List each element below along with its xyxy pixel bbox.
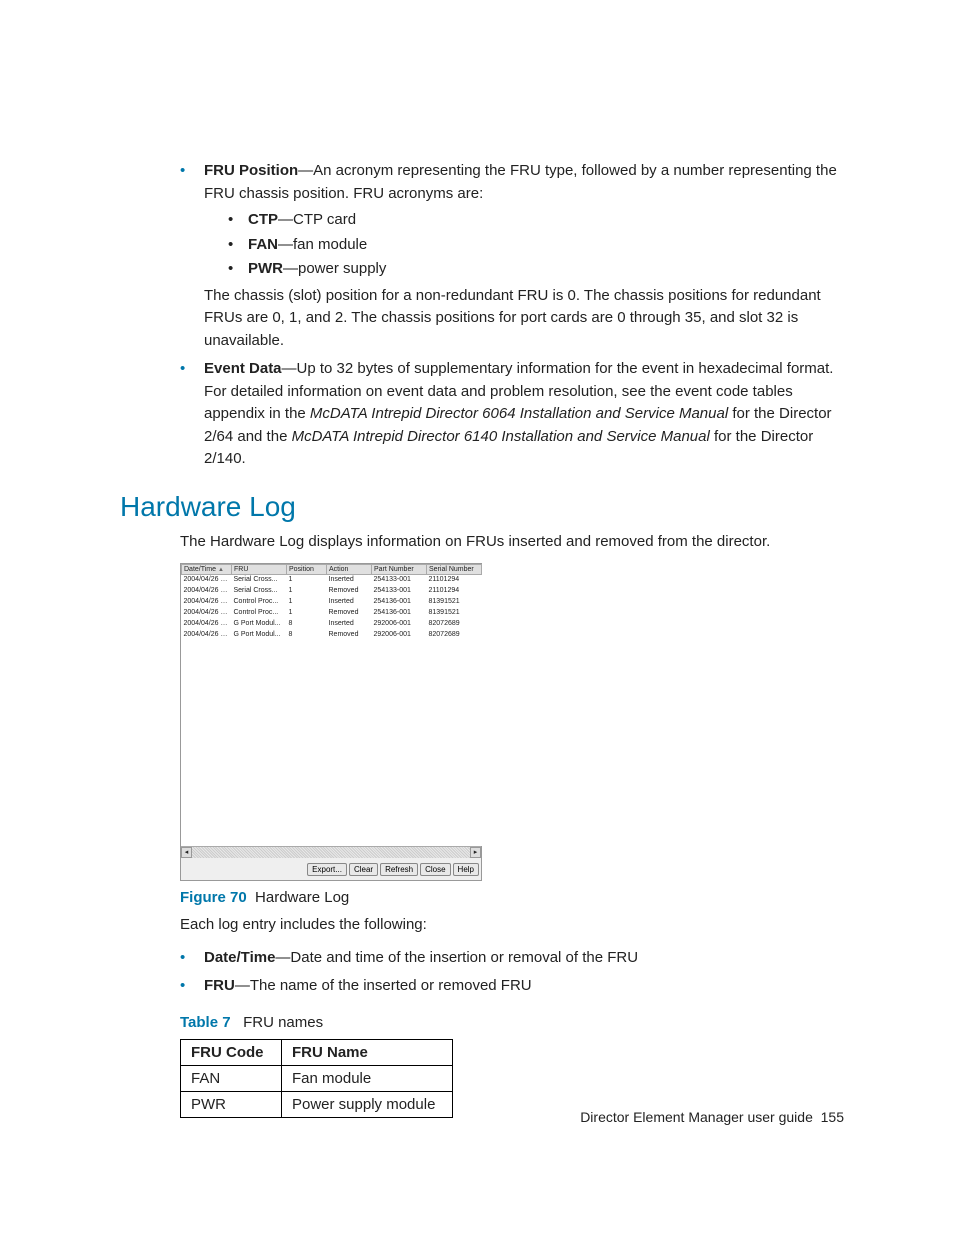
col-fru-code: FRU Code <box>181 1039 282 1065</box>
table-row: FANFan module <box>181 1065 453 1091</box>
hwlog-header-row: Date/Time ▲ FRU Position Action Part Num… <box>182 565 482 575</box>
event-data-label: Event Data <box>204 360 282 377</box>
table-label: Table 7 <box>180 1014 231 1031</box>
col-action[interactable]: Action <box>327 565 372 575</box>
bullet-date-time: Date/Time—Date and time of the insertion… <box>180 947 844 970</box>
fru-acronym-list: CTP—CTP card FAN—fan module PWR—power su… <box>204 209 844 281</box>
figure-caption: Figure 70 Hardware Log <box>180 889 844 906</box>
fru-position-post: The chassis (slot) position for a non-re… <box>204 285 844 353</box>
col-part-number[interactable]: Part Number <box>372 565 427 575</box>
empty-space <box>182 641 482 846</box>
table-row: PWRPower supply module <box>181 1091 453 1117</box>
page-footer: Director Element Manager user guide 155 <box>580 1109 844 1125</box>
hwlog-tbody: 2004/04/26 1...Serial Cross...1Inserted2… <box>182 575 482 847</box>
scroll-track[interactable] <box>192 847 470 858</box>
table-row[interactable]: 2004/04/26 1...G Port Modul...8Inserted2… <box>182 619 482 630</box>
col-serial-number[interactable]: Serial Number <box>427 565 482 575</box>
table-row[interactable]: 2004/04/26 1...Serial Cross...1Removed25… <box>182 586 482 597</box>
manual-ref-1: McDATA Intrepid Director 6064 Installati… <box>310 405 728 422</box>
post-figure-text: Each log entry includes the following: <box>180 914 844 937</box>
export-button[interactable]: Export... <box>307 863 347 876</box>
table-row[interactable]: 2004/04/26 1...Serial Cross...1Inserted2… <box>182 575 482 587</box>
scroll-left-icon[interactable]: ◂ <box>181 847 192 858</box>
table-row[interactable]: 2004/04/26 1...Control Proc...1Inserted2… <box>182 597 482 608</box>
manual-ref-2: McDATA Intrepid Director 6140 Installati… <box>292 428 710 445</box>
hardware-log-table: Date/Time ▲ FRU Position Action Part Num… <box>181 564 482 846</box>
col-date-time[interactable]: Date/Time ▲ <box>182 565 232 575</box>
acronym-fan: FAN—fan module <box>228 234 844 257</box>
bullet-fru-position: FRU Position—An acronym representing the… <box>180 160 844 352</box>
help-button[interactable]: Help <box>453 863 479 876</box>
col-fru-name: FRU Name <box>282 1039 453 1065</box>
scroll-right-icon[interactable]: ▸ <box>470 847 481 858</box>
bullet-event-data: Event Data—Up to 32 bytes of supplementa… <box>180 358 844 471</box>
hwlog-button-bar: Export... Clear Refresh Close Help <box>181 858 481 880</box>
footer-title: Director Element Manager user guide <box>580 1109 813 1125</box>
page-number: 155 <box>821 1109 844 1125</box>
refresh-button[interactable]: Refresh <box>380 863 418 876</box>
acronym-ctp: CTP—CTP card <box>228 209 844 232</box>
fru-names-table: FRU Code FRU Name FANFan module PWRPower… <box>180 1039 453 1118</box>
table-row[interactable]: 2004/04/26 1...Control Proc...1Removed25… <box>182 608 482 619</box>
col-position[interactable]: Position <box>287 565 327 575</box>
table-caption: Table 7 FRU names <box>180 1014 844 1031</box>
table-row[interactable]: 2004/04/26 1...G Port Modul...8Removed29… <box>182 630 482 641</box>
sort-asc-icon: ▲ <box>218 567 224 573</box>
hardware-log-window: Date/Time ▲ FRU Position Action Part Num… <box>180 563 482 881</box>
table-caption-text: FRU names <box>243 1014 323 1031</box>
figure-label: Figure 70 <box>180 889 247 906</box>
entry-bullet-list: Date/Time—Date and time of the insertion… <box>120 947 844 998</box>
clear-button[interactable]: Clear <box>349 863 378 876</box>
section-intro: The Hardware Log displays information on… <box>180 531 844 554</box>
bullet-list-top: FRU Position—An acronym representing the… <box>120 160 844 471</box>
fru-position-label: FRU Position <box>204 162 298 179</box>
section-heading: Hardware Log <box>120 491 844 523</box>
fru-table-header: FRU Code FRU Name <box>181 1039 453 1065</box>
figure-text: Hardware Log <box>255 889 349 906</box>
col-fru[interactable]: FRU <box>232 565 287 575</box>
horizontal-scrollbar[interactable]: ◂ ▸ <box>181 846 481 858</box>
bullet-fru: FRU—The name of the inserted or removed … <box>180 975 844 998</box>
acronym-pwr: PWR—power supply <box>228 258 844 281</box>
fru-position-text: —An acronym representing the FRU type, f… <box>204 162 837 202</box>
close-button[interactable]: Close <box>420 863 450 876</box>
